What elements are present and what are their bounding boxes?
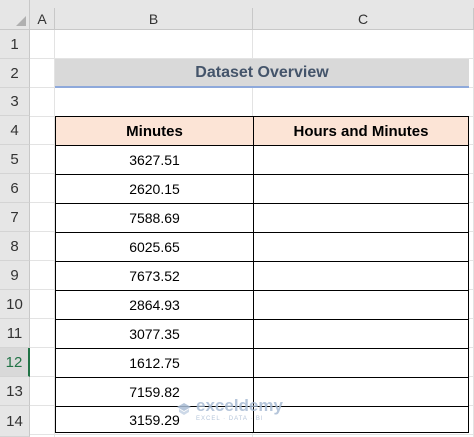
row-header-13[interactable]: 13 [0, 377, 30, 406]
row-header-14[interactable]: 14 [0, 406, 30, 437]
minutes-cell[interactable]: 6025.65 [55, 232, 254, 262]
header-minutes[interactable]: Minutes [55, 116, 254, 146]
watermark-text-block: exceldemy EXCEL · DATA · BI [196, 396, 283, 422]
select-all-button[interactable] [0, 0, 30, 30]
watermark-tagline: EXCEL · DATA · BI [196, 416, 264, 422]
hours-minutes-cell[interactable] [253, 377, 469, 407]
minutes-cell[interactable]: 7588.69 [55, 203, 254, 233]
row-header-12[interactable]: 12 [0, 348, 30, 377]
row-header-4[interactable]: 4 [0, 116, 30, 145]
row-header-8[interactable]: 8 [0, 232, 30, 261]
row-header-3[interactable]: 3 [0, 88, 30, 116]
hours-minutes-cell[interactable] [253, 261, 469, 291]
row-header-11[interactable]: 11 [0, 319, 30, 348]
hours-minutes-cell[interactable] [253, 232, 469, 262]
hours-minutes-cell[interactable] [253, 174, 469, 204]
row-header-6[interactable]: 6 [0, 174, 30, 203]
hours-minutes-cell[interactable] [253, 406, 469, 433]
row-header-9[interactable]: 9 [0, 261, 30, 290]
column-header-a[interactable]: A [30, 8, 55, 30]
minutes-cell[interactable]: 3077.35 [55, 319, 254, 349]
hours-minutes-cell[interactable] [253, 319, 469, 349]
dataset-title[interactable]: Dataset Overview [55, 59, 469, 88]
select-all-triangle-icon [16, 16, 26, 26]
row-header-2[interactable]: 2 [0, 59, 30, 88]
header-hours-and-minutes[interactable]: Hours and Minutes [253, 116, 469, 146]
row-header-10[interactable]: 10 [0, 290, 30, 319]
hours-minutes-cell[interactable] [253, 290, 469, 320]
hours-minutes-cell[interactable] [253, 145, 469, 175]
exceldemy-logo-icon [177, 403, 191, 415]
row-header-1[interactable]: 1 [0, 30, 30, 59]
exceldemy-watermark: exceldemy EXCEL · DATA · BI [176, 396, 283, 422]
spreadsheet: A B C 1 2 3 4 5 6 7 8 9 10 11 12 13 14 Dataset Overvi… [0, 0, 474, 437]
watermark-name: exceldemy [196, 396, 283, 415]
column-header-c[interactable]: C [253, 8, 474, 30]
minutes-cell[interactable]: 2620.15 [55, 174, 254, 204]
column-header-b[interactable]: B [55, 8, 253, 30]
row-header-7[interactable]: 7 [0, 203, 30, 232]
minutes-cell[interactable]: 3627.51 [55, 145, 254, 175]
row-header-5[interactable]: 5 [0, 145, 30, 174]
hours-minutes-cell[interactable] [253, 348, 469, 378]
hours-minutes-cell[interactable] [253, 203, 469, 233]
minutes-cell[interactable]: 2864.93 [55, 290, 254, 320]
minutes-cell[interactable]: 7673.52 [55, 261, 254, 291]
minutes-cell[interactable]: 1612.75 [55, 348, 254, 378]
